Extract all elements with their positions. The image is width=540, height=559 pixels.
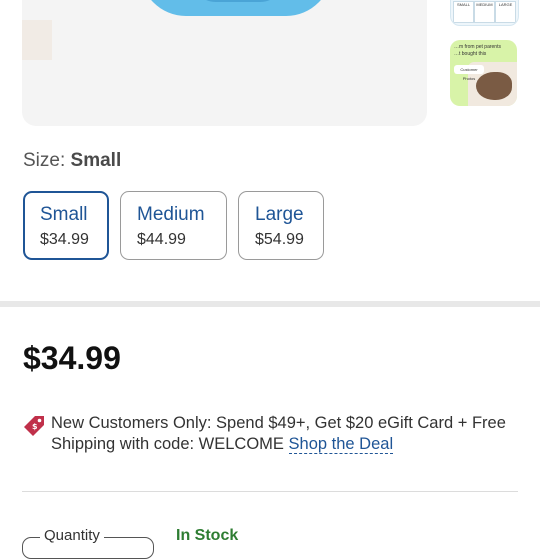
size-option-medium[interactable]: Medium $44.99 — [120, 191, 227, 260]
product-photo-detail — [190, 0, 286, 2]
svg-text:$: $ — [32, 422, 38, 431]
product-main-image[interactable] — [22, 0, 427, 126]
product-price: $34.99 — [23, 340, 121, 376]
promo-text: New Customers Only: Spend $49+, Get $20 … — [51, 414, 506, 453]
size-option-name: Small — [40, 204, 88, 225]
quantity-label: Quantity — [40, 527, 104, 544]
size-option-name: Medium — [137, 204, 205, 225]
thumb-label-small: SMALL — [453, 1, 474, 23]
dog-photo — [476, 72, 512, 100]
size-label: Size: Small — [23, 150, 122, 171]
selected-size: Small — [70, 150, 122, 171]
thumbnail-customer-photos[interactable]: …m from pet parents …t bought this Custom… — [450, 40, 517, 106]
stock-status: In Stock — [176, 527, 239, 544]
shop-the-deal-link[interactable]: Shop the Deal — [288, 435, 394, 454]
section-divider — [0, 301, 540, 307]
thumb-label-medium: MEDIUM — [474, 1, 495, 23]
size-option-price: $54.99 — [255, 231, 304, 248]
promo-message: New Customers Only: Spend $49+, Get $20 … — [51, 413, 521, 455]
product-photo — [140, 0, 332, 16]
thumb-caption: …m from pet parents …t bought this — [454, 44, 501, 57]
size-option-large[interactable]: Large $54.99 — [238, 191, 324, 260]
thumbnail-size-chart[interactable]: SMALL MEDIUM LARGE — [450, 0, 519, 26]
size-option-price: $34.99 — [40, 231, 89, 248]
size-option-small[interactable]: Small $34.99 — [23, 191, 109, 260]
image-shadow — [22, 20, 52, 60]
price-tag-icon: $ — [24, 416, 44, 436]
thumb-label-large: LARGE — [495, 1, 516, 23]
size-option-price: $44.99 — [137, 231, 186, 248]
customer-photos-chip: Customer Photos — [454, 65, 484, 81]
size-option-name: Large — [255, 204, 304, 225]
divider — [22, 491, 518, 492]
